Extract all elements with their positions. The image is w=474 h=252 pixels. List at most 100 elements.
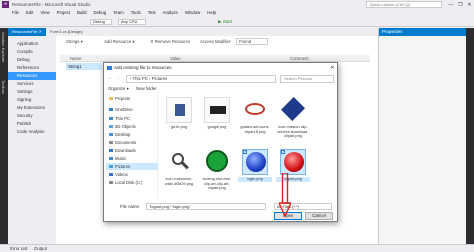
- nav-item-settings[interactable]: Settings: [8, 88, 56, 96]
- menu-build[interactable]: Build: [77, 10, 87, 15]
- start-button[interactable]: ▶ Start: [218, 19, 232, 25]
- download-icon: [109, 149, 113, 152]
- menu-bar: File Edit View Project Build Debug Team …: [12, 9, 216, 16]
- minimize-button[interactable]: —: [448, 2, 453, 8]
- nav-item-services[interactable]: Services: [8, 80, 56, 88]
- search-pictures-input[interactable]: Search Pictures: [280, 75, 334, 83]
- file-item[interactable]: google.png: [200, 97, 234, 141]
- strings-dropdown[interactable]: Strings ▾: [66, 39, 83, 45]
- music-icon: [109, 157, 113, 160]
- file-name-label: File name:: [120, 204, 141, 209]
- left-tool-strip: Solution Explorer Toolbox: [0, 28, 8, 244]
- menu-debug[interactable]: Debug: [94, 10, 107, 15]
- cancel-button[interactable]: Cancel: [305, 212, 333, 220]
- tab-resources-file[interactable]: ResourcesFile ✕: [8, 28, 47, 36]
- tree-item-pictures[interactable]: Pictures: [106, 163, 158, 170]
- grid-cell-name[interactable]: String1: [66, 63, 102, 70]
- menu-help[interactable]: Help: [207, 10, 216, 15]
- menu-project[interactable]: Project: [57, 10, 70, 15]
- solution-explorer-tab[interactable]: Solution Explorer: [1, 32, 6, 62]
- tree-item-3d-objects[interactable]: 3D Objects: [106, 123, 158, 130]
- menu-test[interactable]: Test: [148, 10, 156, 15]
- menu-edit[interactable]: Edit: [26, 10, 33, 15]
- access-modifier-label: Access Modifier:: [200, 39, 232, 44]
- tree-item-documents[interactable]: Documents: [106, 139, 158, 146]
- add-resource-button[interactable]: Add Resource ▾: [104, 39, 135, 45]
- file-name-input[interactable]: "logout.png" "login.png": [146, 203, 266, 210]
- file-item[interactable]: grades-set-icons-clipart-8.png: [238, 97, 272, 141]
- file-item[interactable]: icon-curriculum-wide-4f3e29.png: [162, 149, 196, 193]
- arrow-shaft: [281, 173, 289, 204]
- menu-file[interactable]: File: [12, 10, 19, 15]
- file-thumbnail: [242, 97, 268, 123]
- file-item[interactable]: icon-mission-clip-art-free-download-clip…: [276, 96, 310, 141]
- tree-item-desktop[interactable]: Desktop: [106, 131, 158, 138]
- document-icon: [109, 141, 113, 144]
- output-tab[interactable]: Output: [34, 246, 47, 251]
- column-name[interactable]: Name: [70, 56, 81, 61]
- nav-item-application[interactable]: Application: [8, 40, 56, 48]
- add-existing-file-dialog: Add existing file to resources ✕ ← → › T…: [103, 62, 338, 222]
- arrow-head: [279, 202, 291, 217]
- error-list-tab[interactable]: Error List: [10, 246, 27, 251]
- dialog-close-button[interactable]: ✕: [328, 63, 337, 73]
- address-bar[interactable]: › This PC › Pictures: [126, 75, 276, 83]
- folder-icon: [109, 97, 113, 100]
- menu-tools[interactable]: Tools: [131, 10, 141, 15]
- file-item[interactable]: icoxmg-rest-free-clip-art-clip-art-clipa…: [200, 149, 234, 193]
- visual-studio-logo-icon: ∞: [2, 1, 9, 8]
- new-folder-button[interactable]: New folder: [136, 86, 157, 91]
- menu-team[interactable]: Team: [113, 10, 124, 15]
- tab-form1-design[interactable]: Form1.cs [Design]: [46, 28, 86, 36]
- cloud-icon: [109, 108, 113, 111]
- remove-resource-button[interactable]: ✕ Remove Resource: [150, 39, 190, 45]
- menu-view[interactable]: View: [40, 10, 49, 15]
- tree-item-local-disk[interactable]: Local Disk (C:): [106, 179, 158, 186]
- column-comment[interactable]: Comment: [290, 56, 309, 61]
- tree-item-videos[interactable]: Videos: [106, 171, 158, 178]
- nav-item-debug[interactable]: Debug: [8, 56, 56, 64]
- nav-item-code-analysis[interactable]: Code Analysis: [8, 128, 56, 136]
- file-grid: gif-fb.png google.png grades-set-icons-c…: [160, 95, 334, 199]
- nav-item-references[interactable]: References: [8, 64, 56, 72]
- nav-item-my-extensions[interactable]: My Extensions: [8, 104, 56, 112]
- computer-icon: [109, 117, 113, 120]
- file-thumbnail: [280, 96, 306, 123]
- project-nav: Application Compile Debug References Res…: [8, 36, 56, 244]
- tree-item-downloads[interactable]: Downloads: [106, 147, 158, 154]
- maximize-button[interactable]: ❐: [458, 2, 462, 8]
- tree-item-this-pc[interactable]: This PC: [106, 115, 158, 122]
- configuration-dropdown[interactable]: Debug: [90, 19, 112, 25]
- file-item[interactable]: gif-fb.png: [162, 97, 196, 141]
- resource-toolbar: Strings ▾ Add Resource ▾ ✕ Remove Resour…: [60, 38, 370, 46]
- red-arrow-annotation: [279, 173, 291, 217]
- window-title: ResourcesFile - Microsoft Visual Studio: [12, 2, 91, 7]
- nav-item-signing[interactable]: Signing: [8, 96, 56, 104]
- organize-button[interactable]: Organize ▾: [108, 86, 129, 92]
- menu-window[interactable]: Window: [185, 10, 200, 15]
- tree-item-music[interactable]: Music: [106, 155, 158, 162]
- platform-dropdown[interactable]: Any CPU: [118, 19, 146, 25]
- checkbox-icon[interactable]: ✓: [243, 150, 247, 154]
- forward-arrow-icon[interactable]: →: [115, 75, 120, 81]
- file-item-selected[interactable]: ✓ login.png: [238, 149, 272, 193]
- drive-icon: [109, 181, 113, 184]
- tree-item-onedrive[interactable]: OneDrive: [106, 106, 158, 113]
- menu-analyze[interactable]: Analyze: [163, 10, 178, 15]
- nav-item-resources[interactable]: Resources: [8, 72, 56, 80]
- toolbox-tab[interactable]: Toolbox: [1, 80, 6, 94]
- quick-launch-input[interactable]: Quick Launch (Ctrl+Q): [366, 1, 442, 8]
- checkbox-icon[interactable]: ✓: [281, 150, 285, 154]
- nav-item-security[interactable]: Security: [8, 112, 56, 120]
- command-bar: Organize ▾ New folder: [108, 85, 334, 93]
- video-icon: [109, 173, 113, 176]
- resource-grid-header: Name Value Comment: [60, 55, 370, 62]
- tree-item-projects[interactable]: Projects: [106, 95, 158, 102]
- column-value[interactable]: Value: [170, 56, 181, 61]
- nav-item-publish[interactable]: Publish: [8, 120, 56, 128]
- back-arrow-icon[interactable]: ←: [108, 75, 113, 81]
- nav-item-compile[interactable]: Compile: [8, 48, 56, 56]
- access-modifier-dropdown[interactable]: Friend: [236, 38, 268, 45]
- close-window-button[interactable]: ✕: [467, 2, 471, 8]
- pictures-icon: [109, 165, 113, 168]
